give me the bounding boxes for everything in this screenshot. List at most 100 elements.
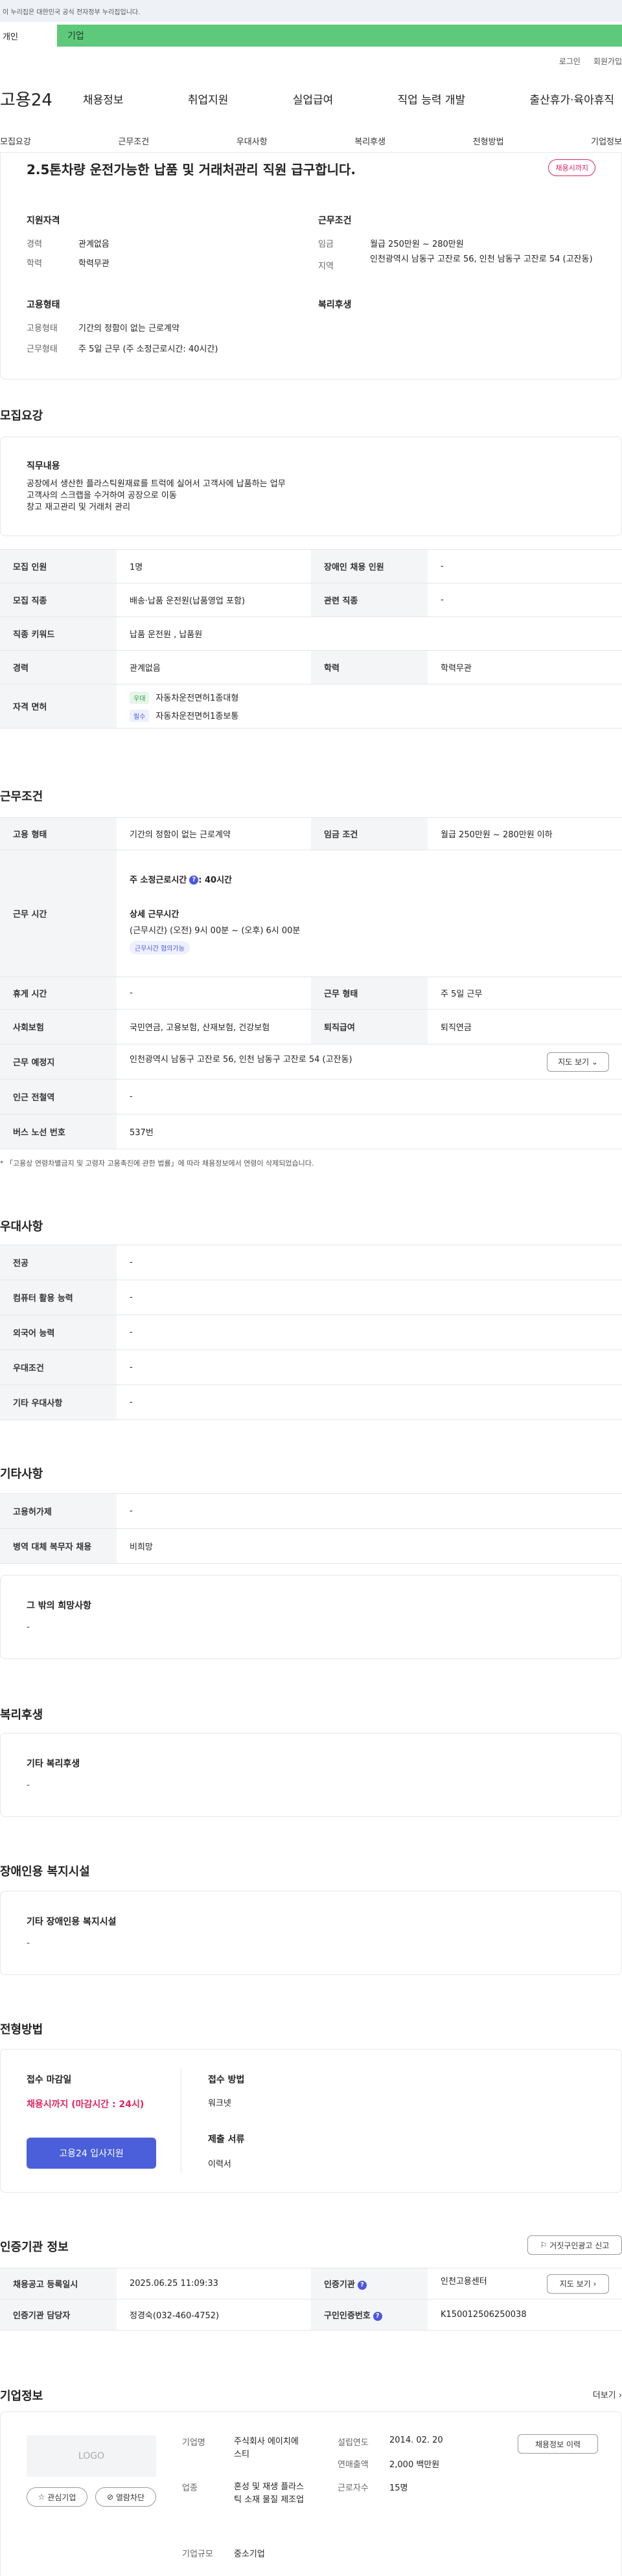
jobs-history-label: 채용정보 이력 bbox=[535, 2439, 581, 2449]
tab-welfare[interactable]: 복리후생 bbox=[354, 135, 386, 147]
tab-conditions[interactable]: 근무조건 bbox=[118, 135, 149, 147]
agency-org-cell: 인천고용센터 지도 보기 › bbox=[428, 2268, 622, 2299]
table-row: 직종 키워드 납품 운전원 , 납품원 bbox=[0, 616, 622, 651]
tab-company[interactable]: 기업정보 bbox=[591, 135, 622, 147]
cell-label: 채용공고 등록일시 bbox=[0, 2268, 117, 2299]
etc-other-title: 그 밖의 희망사항 bbox=[27, 1601, 91, 1611]
work-region-label: 지역 bbox=[318, 262, 334, 271]
emp-type-value: 기간의 정함이 없는 근로계약 bbox=[78, 324, 179, 333]
cell-label: 병역 대체 복무자 채용 bbox=[0, 1528, 117, 1564]
company-founded-value: 2014. 02. 20 bbox=[389, 2435, 443, 2445]
work-heading: 근무조건 bbox=[318, 216, 352, 226]
table-row: 모집 직종 배송·납품 운전원(납품영업 포함) 관련 직종 - bbox=[0, 583, 622, 617]
gnb-item-unemployment-benefit[interactable]: 실업급여 bbox=[288, 91, 339, 107]
apply-button[interactable]: 고용24 입사지원 bbox=[27, 2138, 156, 2169]
tab-recruit[interactable]: 모집요강 bbox=[0, 135, 31, 147]
hours-detail: (근무시간) (오전) 9시 00분 ~ (오후) 6시 00분 bbox=[130, 925, 301, 936]
welfare-heading: 복리후생 bbox=[0, 1708, 43, 1722]
tab-selection[interactable]: 전형방법 bbox=[473, 135, 504, 147]
gnb-item-skill-development[interactable]: 직업 능력 개발 bbox=[393, 91, 471, 107]
age-note: * 「고용상 연령차별금지 및 고령자 고용촉진에 관한 법률」에 따라 채용정… bbox=[0, 1159, 314, 1168]
chevron-right-icon: › bbox=[618, 2391, 622, 2401]
welfare-title: 기타 복리후생 bbox=[27, 1759, 80, 1769]
gnb-item-parental-leave[interactable]: 출산휴가·육아휴직 bbox=[524, 91, 619, 107]
disability-heading: 장애인용 복지시설 bbox=[0, 1865, 90, 1879]
cell-value: - bbox=[117, 1315, 622, 1350]
cell-label: 인근 전철역 bbox=[0, 1079, 117, 1114]
tab-company[interactable]: 기업 bbox=[57, 25, 622, 47]
license-name: 자동차운전면허1종대형 bbox=[156, 693, 239, 703]
hours-detail-title: 상세 근무시간 bbox=[130, 909, 179, 920]
table-row: 모집 인원 1명 장애인 채용 인원 - bbox=[0, 549, 622, 583]
cell-value: - bbox=[428, 549, 622, 583]
cell-label: 인증기관 담당자 bbox=[0, 2299, 117, 2331]
agency-map-button[interactable]: 지도 보기 › bbox=[547, 2274, 609, 2294]
apply-button-label: 고용24 입사지원 bbox=[59, 2149, 124, 2159]
table-row: 사회보험 국민연금, 고용보험, 산재보험, 건강보험 퇴직급여 퇴직연금 bbox=[0, 1009, 622, 1045]
company-more-link[interactable]: 더보기 › bbox=[593, 2388, 622, 2401]
block-company-button[interactable]: ⊘ 열람차단 bbox=[95, 2487, 156, 2507]
cell-label: 사회보험 bbox=[0, 1009, 117, 1045]
help-icon[interactable]: ? bbox=[357, 2280, 367, 2290]
cell-label: 고용허가제 bbox=[0, 1493, 117, 1529]
help-icon[interactable]: ? bbox=[189, 876, 199, 885]
cell-value: K150012506250038 bbox=[428, 2299, 622, 2331]
work-wage-label: 임금 bbox=[318, 240, 334, 249]
gnb-item-employment-support[interactable]: 취업지원 bbox=[183, 91, 234, 107]
disability-title: 기타 장애인용 복지시설 bbox=[27, 1917, 117, 1927]
cell-label: 기타 우대사항 bbox=[0, 1384, 117, 1420]
preference-heading: 우대사항 bbox=[0, 1220, 43, 1234]
table-row: 채용공고 등록일시 2025.06.25 11:09:33 인증기관? 인천고용… bbox=[0, 2268, 622, 2299]
cell-value: 배송·납품 운전원(납품영업 포함) bbox=[117, 583, 311, 617]
table-row: 우대조건 - bbox=[0, 1350, 622, 1385]
cell-value: - bbox=[117, 977, 311, 1010]
company-jobs-history-button[interactable]: 채용정보 이력 bbox=[518, 2434, 598, 2454]
cell-value: 월급 250만원 ~ 280만원 이하 bbox=[428, 817, 622, 850]
cell-label: 고용 형태 bbox=[0, 817, 117, 850]
conditions-heading: 근무조건 bbox=[0, 790, 43, 804]
location-cell: 인천광역시 남동구 고잔로 56, 인천 남동구 고잔로 54 (고잔동) 지도… bbox=[117, 1044, 622, 1079]
site-logo[interactable]: 고용24 bbox=[0, 87, 78, 111]
cell-label: 컴퓨터 활용 능력 bbox=[0, 1280, 117, 1315]
block-label: 열람차단 bbox=[115, 2492, 145, 2502]
duty-content: 공장에서 생산한 플라스틱원재료를 트럭에 실어서 고객사에 납품하는 업무 고… bbox=[27, 479, 286, 514]
table-row: 고용 형태 기간의 정함이 없는 근로계약 임금 조건 월급 250만원 ~ 2… bbox=[0, 817, 622, 850]
login-link[interactable]: 로그인 bbox=[559, 56, 581, 67]
table-row: 외국어 능력 - bbox=[0, 1315, 622, 1350]
cell-value: - bbox=[117, 1079, 622, 1114]
cell-label: 학력 bbox=[311, 650, 428, 684]
duty-line: 창고 재고관리 및 거래처 관리 bbox=[27, 503, 131, 512]
license-item: 필수 자동차운전면허1종보통 bbox=[130, 709, 609, 722]
cell-label: 직종 키워드 bbox=[0, 616, 117, 651]
emp-type-label: 고용형태 bbox=[27, 324, 58, 333]
cell-label: 모집 인원 bbox=[0, 549, 117, 583]
cell-label: 관련 직종 bbox=[311, 583, 428, 617]
table-row: 전공 - bbox=[0, 1245, 622, 1280]
agency-heading: 인증기관 정보 bbox=[0, 2241, 69, 2254]
map-button[interactable]: 지도 보기 ⌄ bbox=[547, 1052, 609, 1072]
company-card: LOGO ☆ 관심기업 ⊘ 열람차단 기업명 주식회사 에이치에스티 업종 혼성… bbox=[0, 2412, 622, 2576]
hours-weekly-value: : 40시간 bbox=[198, 875, 232, 885]
table-row: 경력 관계없음 학력 학력무관 bbox=[0, 650, 622, 684]
signup-link[interactable]: 회원가입 bbox=[593, 56, 622, 67]
work-region-value: 인천광역시 남동구 고잔로 56, 인천 남동구 고잔로 54 (고잔동) bbox=[370, 254, 593, 264]
cell-value: 2025.06.25 11:09:33 bbox=[117, 2268, 311, 2299]
disability-card: 기타 장애인용 복지시설 - bbox=[0, 1891, 622, 1975]
docs-value: 이력서 bbox=[208, 2160, 231, 2169]
favorite-company-button[interactable]: ☆ 관심기업 bbox=[27, 2487, 87, 2507]
hours-weekly-label: 주 소정근로시간 bbox=[130, 875, 187, 885]
cell-label: 퇴직급여 bbox=[311, 1009, 428, 1045]
qual-edu-value: 학력무관 bbox=[78, 259, 109, 269]
tab-preference[interactable]: 우대사항 bbox=[236, 135, 268, 147]
cell-value: - bbox=[117, 1280, 622, 1315]
help-icon[interactable]: ? bbox=[373, 2311, 382, 2321]
logo-placeholder-text: LOGO bbox=[78, 2451, 105, 2461]
docs-title: 제출 서류 bbox=[208, 2134, 245, 2145]
cell-label: 경력 bbox=[0, 650, 117, 684]
qual-career-value: 관계없음 bbox=[78, 240, 109, 249]
gnb-item-jobs[interactable]: 채용정보 bbox=[78, 91, 129, 107]
qual-heading: 지원자격 bbox=[27, 216, 60, 226]
company-industry-value: 혼성 및 재생 플라스틱 소재 물질 제조업 bbox=[234, 2482, 305, 2505]
tab-person[interactable]: 개인 bbox=[0, 25, 57, 47]
report-fake-ad-button[interactable]: ⚐ 거짓구인광고 신고 bbox=[527, 2235, 622, 2255]
